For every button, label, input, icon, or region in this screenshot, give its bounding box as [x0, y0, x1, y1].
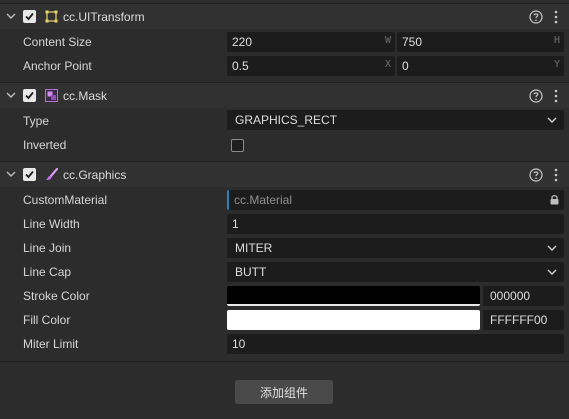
more-vertical-icon[interactable]: [551, 168, 561, 182]
fill-color-label: Fill Color: [23, 313, 71, 327]
help-icon[interactable]: [529, 10, 543, 24]
chevron-down-icon[interactable]: [6, 169, 16, 179]
custom-material-label: CustomMaterial: [23, 193, 108, 207]
content-size-height-value: 750: [402, 35, 423, 49]
mask-icon: [45, 89, 58, 102]
content-size-label: Content Size: [23, 35, 92, 49]
brush-icon: [46, 168, 58, 180]
line-width-input[interactable]: 1: [227, 214, 564, 234]
add-component-button[interactable]: 添加组件: [235, 380, 333, 404]
uitransform-title: cc.UITransform: [63, 10, 145, 24]
fill-color-hex-input[interactable]: FFFFFF00: [483, 310, 564, 330]
uitransform-header[interactable]: cc.UITransform: [0, 3, 569, 29]
line-width-value: 1: [232, 217, 239, 231]
more-vertical-icon[interactable]: [551, 89, 561, 103]
chevron-down-icon: [547, 269, 557, 275]
miter-limit-input[interactable]: 10: [227, 334, 564, 354]
width-suffix: W: [384, 35, 391, 46]
line-cap-label: Line Cap: [23, 265, 72, 279]
miter-limit-value: 10: [232, 337, 246, 351]
x-suffix: X: [384, 59, 391, 70]
line-cap-value: BUTT: [235, 265, 267, 279]
mask-type-value: GRAPHICS_RECT: [235, 113, 338, 127]
anchor-point-y-input[interactable]: 0 Y: [397, 56, 564, 76]
stroke-color-hex-input[interactable]: 000000: [483, 286, 564, 306]
transform-icon: [45, 10, 58, 23]
height-suffix: H: [553, 35, 560, 46]
lock-icon[interactable]: [549, 194, 560, 205]
line-join-select[interactable]: MITER: [227, 238, 564, 258]
section-divider: [0, 361, 569, 362]
content-size-height-input[interactable]: 750 H: [397, 32, 564, 52]
custom-material-placeholder: cc.Material: [234, 193, 293, 207]
help-icon[interactable]: [529, 168, 543, 182]
inverted-label: Inverted: [23, 138, 67, 152]
anchor-point-x-input[interactable]: 0.5 X: [227, 56, 395, 76]
chevron-down-icon[interactable]: [6, 11, 16, 21]
line-width-label: Line Width: [23, 217, 80, 231]
mask-header[interactable]: cc.Mask: [0, 82, 569, 108]
chevron-down-icon[interactable]: [6, 90, 16, 100]
fill-color-hex-value: FFFFFF00: [490, 313, 548, 327]
chevron-down-icon: [547, 245, 557, 251]
graphics-header[interactable]: cc.Graphics: [0, 161, 569, 187]
stroke-color-swatch[interactable]: [227, 286, 480, 306]
miter-limit-label: Miter Limit: [23, 337, 79, 351]
mask-type-label: Type: [23, 114, 50, 128]
graphics-title: cc.Graphics: [63, 168, 127, 182]
content-size-width-input[interactable]: 220 W: [227, 32, 395, 52]
graphics-enabled-checkbox[interactable]: [23, 168, 36, 181]
anchor-point-y-value: 0: [402, 59, 409, 73]
mask-enabled-checkbox[interactable]: [23, 89, 36, 102]
mask-type-select[interactable]: GRAPHICS_RECT: [227, 110, 564, 130]
fill-color-swatch[interactable]: [227, 310, 480, 330]
chevron-down-icon: [547, 117, 557, 123]
line-join-label: Line Join: [23, 241, 72, 255]
content-size-width-value: 220: [232, 35, 253, 49]
more-vertical-icon[interactable]: [551, 10, 561, 24]
line-cap-select[interactable]: BUTT: [227, 262, 564, 282]
inverted-checkbox[interactable]: [231, 139, 244, 152]
help-icon[interactable]: [529, 89, 543, 103]
y-suffix: Y: [553, 59, 560, 70]
stroke-color-label: Stroke Color: [23, 289, 90, 303]
anchor-point-x-value: 0.5: [232, 59, 249, 73]
anchor-point-label: Anchor Point: [23, 59, 92, 73]
stroke-color-hex-value: 000000: [490, 289, 531, 303]
uitransform-enabled-checkbox[interactable]: [23, 10, 36, 23]
line-join-value: MITER: [235, 241, 273, 255]
mask-title: cc.Mask: [63, 89, 108, 103]
custom-material-field[interactable]: cc.Material: [227, 190, 564, 210]
